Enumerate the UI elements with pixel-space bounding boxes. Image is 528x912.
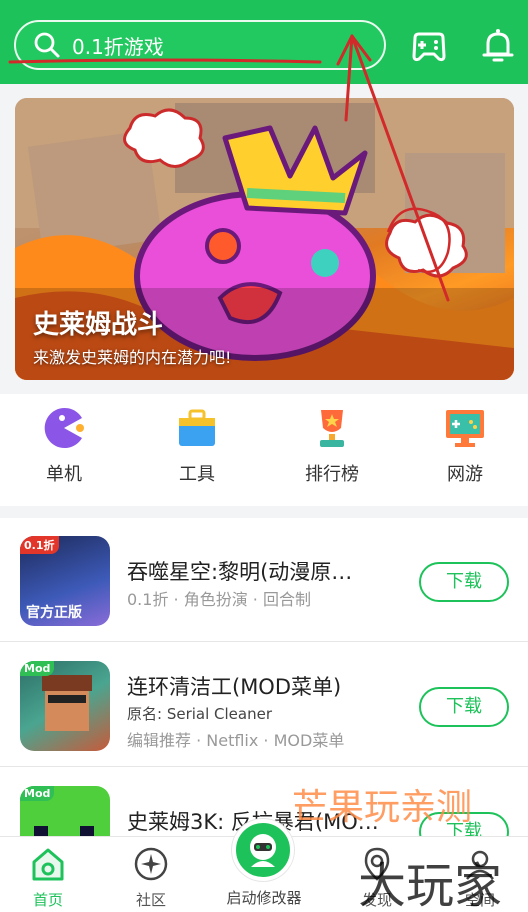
game-tags: 0.1折 · 角色扮演 · 回合制 xyxy=(127,590,311,609)
category-label: 排行榜 xyxy=(305,464,359,485)
mod-badge: Mod xyxy=(20,786,55,801)
category-label: 工具 xyxy=(179,464,215,485)
nav-community[interactable]: 社区 xyxy=(111,845,191,910)
download-button[interactable]: 下载 xyxy=(419,562,509,602)
category-tools[interactable]: 工具 xyxy=(147,406,247,486)
search-placeholder: 0.1折游戏 xyxy=(72,34,164,59)
robot-icon xyxy=(250,834,276,867)
network-game-icon xyxy=(446,410,484,447)
category-label: 单机 xyxy=(46,464,82,485)
top-bar: 0.1折游戏 xyxy=(0,0,528,84)
game-thumbnail: Mod xyxy=(20,786,110,838)
nav-label: 社区 xyxy=(135,891,166,909)
nav-home[interactable]: 首页 xyxy=(8,845,88,910)
promo-banner[interactable]: 史莱姆战斗 来激发史莱姆的内在潜力吧! xyxy=(15,98,514,380)
toolbox-icon xyxy=(179,409,215,446)
game-original-name: 原名: Serial Cleaner xyxy=(127,705,272,723)
trophy-icon xyxy=(320,410,344,447)
download-button[interactable]: 下载 xyxy=(419,687,509,727)
gamepad-icon[interactable] xyxy=(409,26,449,66)
category-row: 单机 工具 排行榜 网游 xyxy=(0,394,528,506)
discount-badge: 0.1折 xyxy=(20,536,59,554)
search-bar[interactable]: 0.1折游戏 xyxy=(14,20,386,70)
banner-subtitle: 来激发史莱姆的内在潜力吧! xyxy=(33,348,232,367)
game-title: 吞噬星空:黎明(动漫原… xyxy=(127,560,353,584)
game-thumbnail: Mod xyxy=(20,661,110,751)
list-item[interactable]: 0.1折 官方正版 吞噬星空:黎明(动漫原… 0.1折 · 角色扮演 · 回合制… xyxy=(0,518,528,642)
nav-label: 启动修改器 xyxy=(226,889,302,907)
community-icon xyxy=(134,847,168,881)
launcher-button[interactable] xyxy=(232,819,294,881)
bell-icon[interactable] xyxy=(478,26,518,66)
game-title: 连环清洁工(MOD菜单) xyxy=(127,675,342,699)
game-tags: 编辑推荐 · Netflix · MOD菜单 xyxy=(127,731,345,750)
search-icon xyxy=(34,32,60,58)
banner-title: 史莱姆战斗 xyxy=(33,310,164,340)
category-ranking[interactable]: 排行榜 xyxy=(282,406,382,486)
mod-badge: Mod xyxy=(20,661,55,676)
list-item[interactable]: Mod 连环清洁工(MOD菜单) 原名: Serial Cleaner 编辑推荐… xyxy=(0,643,528,767)
watermark-logo-text: 大玩家 xyxy=(358,858,503,912)
pacman-icon xyxy=(44,408,84,448)
category-single-player[interactable]: 单机 xyxy=(14,406,114,486)
game-thumbnail: 0.1折 官方正版 xyxy=(20,536,110,626)
category-label: 网游 xyxy=(447,464,483,485)
watermark-text: 芒果玩亲测 xyxy=(292,787,473,828)
official-label: 官方正版 xyxy=(26,605,82,621)
home-icon xyxy=(32,848,64,881)
category-online-games[interactable]: 网游 xyxy=(415,406,515,486)
nav-label: 首页 xyxy=(32,891,63,909)
